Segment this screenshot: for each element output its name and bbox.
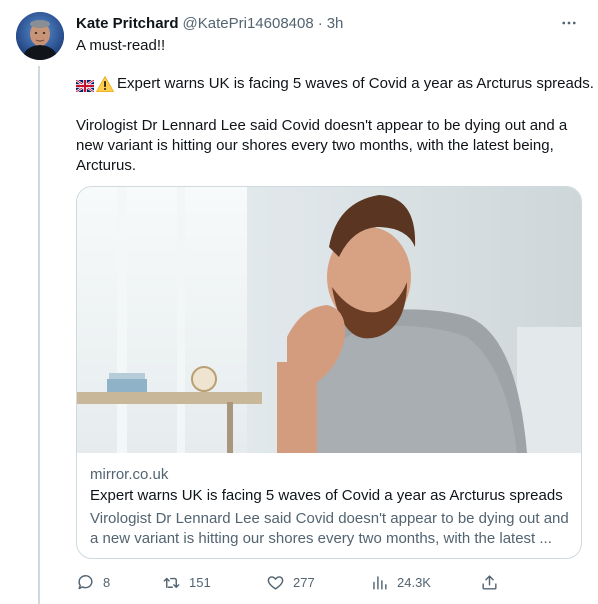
retweet-icon	[163, 577, 180, 588]
share-icon	[482, 574, 497, 590]
like-count: 277	[293, 574, 315, 590]
views-icon	[373, 575, 387, 590]
views-button[interactable]: 24.3K	[370, 570, 431, 594]
reply-count: 8	[103, 574, 111, 590]
like-button[interactable]: 277	[266, 570, 315, 594]
action-bar: 8 151 277 24.3K	[76, 570, 506, 594]
like-icon	[267, 575, 284, 590]
tweet-time[interactable]: 3h	[327, 15, 344, 32]
warning-icon	[96, 76, 114, 92]
views-count: 24.3K	[397, 574, 431, 590]
separator-dot: ·	[317, 14, 323, 32]
link-domain: mirror.co.uk	[90, 466, 169, 483]
thread-line	[38, 66, 40, 604]
tweet-line-2-text: Expert warns UK is facing 5 waves of Cov…	[117, 75, 594, 92]
link-card-image[interactable]	[77, 187, 581, 453]
retweet-count: 151	[189, 574, 211, 590]
tweet-line-2: Expert warns UK is facing 5 waves of Cov…	[75, 74, 594, 94]
avatar[interactable]	[16, 12, 64, 60]
tweet-body: Virologist Dr Lennard Lee said Covid doe…	[76, 117, 568, 174]
link-description: Virologist Dr Lennard Lee said Covid doe…	[90, 510, 569, 547]
uk-flag-icon	[75, 78, 95, 93]
retweet-button[interactable]: 151	[162, 570, 211, 594]
link-title: Expert warns UK is facing 5 waves of Cov…	[90, 487, 563, 504]
link-card[interactable]: mirror.co.uk Expert warns UK is facing 5…	[76, 186, 582, 559]
more-horizontal-icon[interactable]	[558, 13, 580, 33]
reply-icon	[78, 574, 93, 589]
tweet-header: Kate Pritchard @KatePri14608408 · 3h	[76, 13, 584, 33]
tweet-line-1: A must-read!!	[76, 37, 166, 54]
reply-button[interactable]: 8	[76, 570, 110, 594]
link-card-text: mirror.co.uk Expert warns UK is facing 5…	[90, 465, 571, 549]
author-name[interactable]: Kate Pritchard	[76, 15, 179, 32]
author-handle[interactable]: @KatePri14608408	[183, 15, 314, 32]
share-button[interactable]	[480, 570, 507, 594]
